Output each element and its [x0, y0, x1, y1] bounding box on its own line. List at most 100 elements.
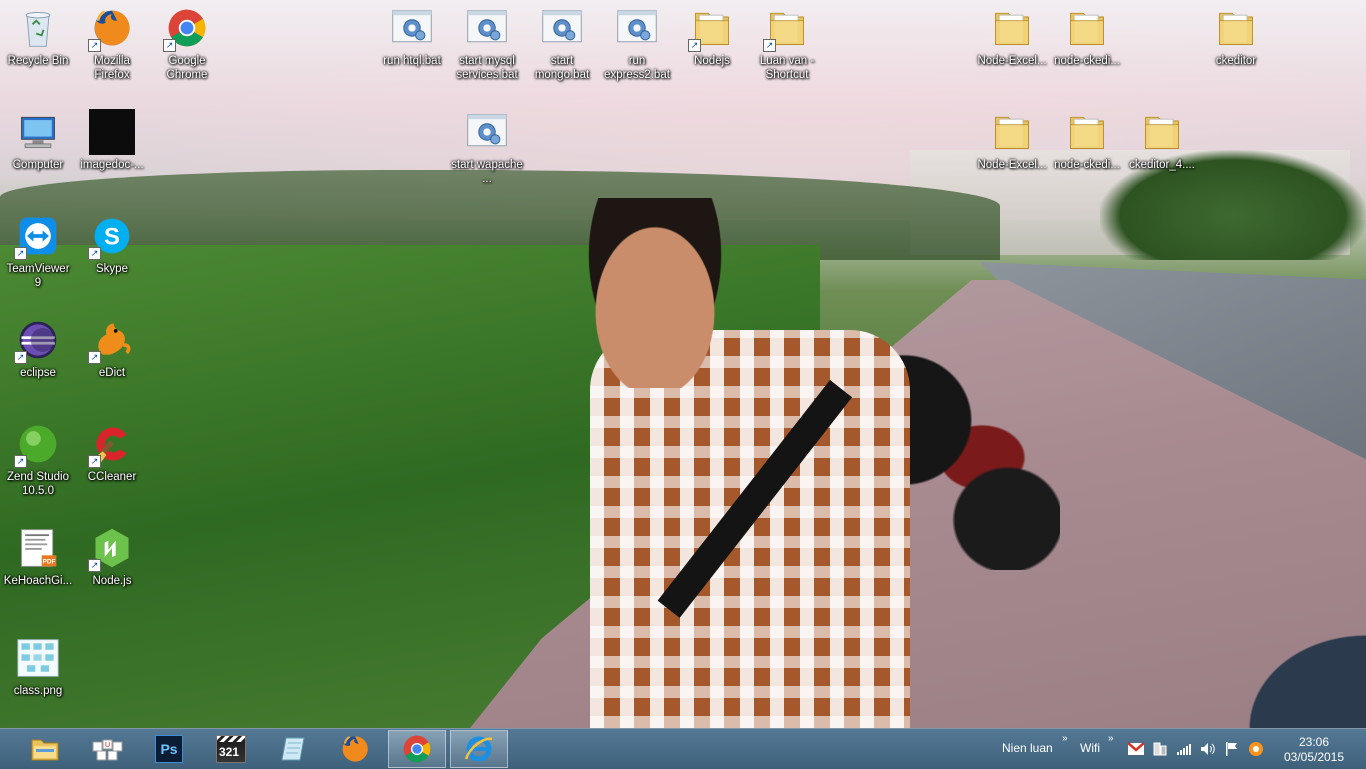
- desktop-icon-label: Node-Excel...: [977, 159, 1047, 171]
- computer-icon: [14, 108, 62, 156]
- desktop-icon-ccleaner[interactable]: ↗ CCleaner: [74, 416, 150, 516]
- desktop-icon-computer[interactable]: Computer: [0, 104, 76, 204]
- usb-device-icon[interactable]: [1152, 741, 1168, 757]
- nodejs-icon: ↗: [88, 524, 136, 572]
- bat-file-icon: [463, 108, 511, 156]
- volume-icon[interactable]: [1200, 741, 1216, 757]
- desktop-icon-label: Node.js: [92, 575, 132, 587]
- taskbar-chrome[interactable]: [388, 730, 446, 768]
- firefox-icon: [339, 733, 371, 765]
- desktop-icon-label: ckeditor: [1215, 55, 1257, 67]
- desktop-icon-label: start mongo.bat: [534, 55, 590, 81]
- toolbar-chevron[interactable]: »: [1108, 733, 1114, 744]
- gmail-icon[interactable]: [1128, 741, 1144, 757]
- shortcut-arrow-icon: ↗: [163, 39, 176, 52]
- photoshop-icon-text: Ps: [160, 741, 178, 757]
- taskbar-internet-explorer[interactable]: [450, 730, 508, 768]
- desktop-icon-node-ckedi-2[interactable]: node-ckedi...: [1049, 104, 1125, 204]
- desktop-icon-label: run express2.bat: [604, 55, 670, 81]
- desktop-icon-label: eDict: [98, 367, 126, 379]
- desktop-icon-label: Zend Studio 10.5.0: [6, 471, 69, 497]
- desktop-icon-label: Skype: [96, 263, 128, 275]
- desktop-icon-start-mysql[interactable]: start mysql services.bat: [449, 0, 525, 100]
- shortcut-arrow-icon: ↗: [14, 247, 27, 260]
- folder-icon: [1063, 4, 1111, 52]
- wallpaper-person: [590, 330, 910, 728]
- desktop-icon-nodejs[interactable]: ↗ Node.js: [74, 520, 150, 620]
- desktop-icon-start-wapache[interactable]: start wapache ...: [449, 104, 525, 204]
- shortcut-arrow-icon: ↗: [88, 247, 101, 260]
- edict-icon: ↗: [88, 316, 136, 364]
- avast-icon[interactable]: [1248, 741, 1264, 757]
- folder-icon: [988, 108, 1036, 156]
- ie-icon: [464, 736, 493, 762]
- desktop-icon-label: Mozilla Firefox: [94, 55, 130, 81]
- desktop-icon-node-excel-2[interactable]: Node-Excel...: [974, 104, 1050, 204]
- desktop-icon-recycle-bin[interactable]: Recycle Bin: [0, 0, 76, 100]
- desktop-icon-ckeditor-4[interactable]: ckeditor_4....: [1124, 104, 1200, 204]
- desktop-icon-label: start mysql services.bat: [456, 55, 518, 81]
- eclipse-icon: ↗: [14, 316, 62, 364]
- shortcut-arrow-icon: ↗: [688, 39, 701, 52]
- desktop-icon-ckeditor[interactable]: ckeditor: [1198, 0, 1274, 100]
- taskbar-firefox[interactable]: [326, 730, 384, 768]
- chrome-icon: [401, 733, 433, 765]
- desktop-icon-label: Recycle Bin: [7, 55, 69, 67]
- desktop-icon-label: run htql.bat: [383, 55, 441, 67]
- bat-file-icon: [388, 4, 436, 52]
- signal-icon[interactable]: [1176, 741, 1192, 757]
- zend-studio-icon: ↗: [14, 420, 62, 468]
- folder-icon: [1063, 108, 1111, 156]
- firefox-icon: ↗: [88, 4, 136, 52]
- desktop-icon-label: KeHoachGi...: [3, 575, 73, 587]
- shortcut-arrow-icon: ↗: [88, 39, 101, 52]
- taskbar-media-player[interactable]: 321: [202, 730, 260, 768]
- desktop-icon-label: node-ckedi...: [1054, 55, 1120, 67]
- shortcut-arrow-icon: ↗: [14, 455, 27, 468]
- shortcut-arrow-icon: ↗: [88, 559, 101, 572]
- clock[interactable]: 23:06 03/05/2015: [1276, 735, 1352, 765]
- clock-time: 23:06: [1298, 735, 1330, 749]
- media-player-icon: 321: [216, 735, 246, 763]
- desktop-icon-label: node-ckedi...: [1054, 159, 1120, 171]
- desktop-icon-label: TeamViewer 9: [6, 263, 70, 289]
- taskbar-file-explorer[interactable]: [16, 730, 74, 768]
- flag-icon[interactable]: [1224, 741, 1240, 757]
- taskbar-unikey[interactable]: U: [78, 730, 136, 768]
- desktop-icon-node-ckedi-1[interactable]: node-ckedi...: [1049, 0, 1125, 100]
- toolbar-chevron[interactable]: »: [1062, 733, 1068, 744]
- png-file-icon: [14, 634, 62, 682]
- media-player-icon-text: 321: [219, 745, 240, 759]
- recycle-bin-icon: [14, 4, 62, 52]
- chrome-icon: ↗: [163, 4, 211, 52]
- desktop-icon-run-htql[interactable]: run htql.bat: [374, 0, 450, 100]
- desktop-icon-nodejs-folder[interactable]: ↗ Nodejs: [674, 0, 750, 100]
- desktop-icon-zend-studio[interactable]: ↗ Zend Studio 10.5.0: [0, 416, 76, 516]
- desktop-icon-edict[interactable]: ↗ eDict: [74, 312, 150, 412]
- toolbar-wifi[interactable]: Wifi: [1080, 741, 1100, 755]
- desktop-icon-label: start wapache ...: [451, 159, 523, 185]
- desktop-icon-start-mongo[interactable]: start mongo.bat: [524, 0, 600, 100]
- desktop-icon-label: CCleaner: [87, 471, 137, 483]
- desktop-icon-imagedoc[interactable]: imagedoc-...: [74, 104, 150, 204]
- desktop-icon-chrome[interactable]: ↗ Google Chrome: [149, 0, 225, 100]
- svg-text:U: U: [105, 742, 110, 749]
- toolbar-nien-luan[interactable]: Nien luan: [1002, 741, 1053, 755]
- desktop-icon-node-excel-1[interactable]: Node-Excel...: [974, 0, 1050, 100]
- desktop-icon-teamviewer[interactable]: ↗ TeamViewer 9: [0, 208, 76, 308]
- taskbar: U Ps 321 Nien luan » Wifi » 23:06 03/05/…: [0, 728, 1366, 769]
- taskbar-photoshop[interactable]: Ps: [140, 730, 198, 768]
- desktop-icon-class-png[interactable]: class.png: [0, 630, 76, 730]
- desktop-icon-run-express2[interactable]: run express2.bat: [599, 0, 675, 100]
- desktop-icon-skype[interactable]: ↗ Skype: [74, 208, 150, 308]
- taskbar-notes[interactable]: [264, 730, 322, 768]
- bat-file-icon: [613, 4, 661, 52]
- desktop-icon-eclipse[interactable]: ↗ eclipse: [0, 312, 76, 412]
- skype-icon: ↗: [88, 212, 136, 260]
- pdf-file-icon: [14, 524, 62, 572]
- desktop-icon-kehoachgi[interactable]: KeHoachGi...: [0, 520, 76, 620]
- desktop-icon-luan-van[interactable]: ↗ Luan van - Shortcut: [749, 0, 825, 100]
- bat-file-icon: [463, 4, 511, 52]
- desktop-icon-firefox[interactable]: ↗ Mozilla Firefox: [74, 0, 150, 100]
- folder-icon: ↗: [688, 4, 736, 52]
